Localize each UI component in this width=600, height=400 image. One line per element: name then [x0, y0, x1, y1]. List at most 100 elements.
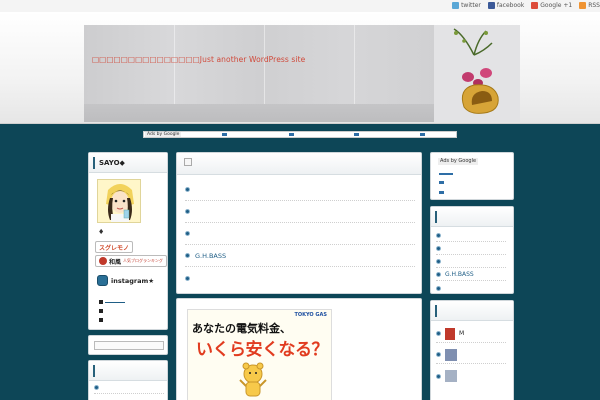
recent-item[interactable]: M: [436, 325, 506, 343]
list-item[interactable]: [436, 256, 506, 268]
main-ad-box: TOKYO GAS あなたの電気料金、 いくら安くなる？: [176, 298, 422, 400]
avatar[interactable]: [97, 179, 141, 223]
right-list-header: [431, 207, 513, 227]
bullet-icon: [436, 373, 441, 379]
ikebana-image: [434, 25, 520, 122]
list-item[interactable]: [94, 382, 164, 394]
badge-label: 和風: [109, 258, 122, 266]
broken-image-icon: [184, 158, 192, 166]
tokyo-gas-logo: TOKYO GAS: [294, 312, 327, 318]
top-bar: twitter facebook Google +1 RSS: [0, 0, 600, 12]
post-list-item[interactable]: [185, 223, 415, 245]
bullet-icon: [436, 331, 441, 336]
recent-item-label: M: [459, 330, 465, 337]
bullet-icon: [436, 285, 441, 291]
social-nav: twitter facebook Google +1 RSS: [452, 2, 600, 9]
ad-link-flag[interactable]: [354, 133, 359, 136]
rss-icon: [579, 2, 587, 9]
tokyo-gas-ad[interactable]: TOKYO GAS あなたの電気料金、 いくら安くなる？: [187, 309, 332, 400]
list-square-bullet: [99, 309, 103, 313]
list-item[interactable]: [436, 230, 506, 242]
instagram-link[interactable]: instagram★: [97, 275, 154, 286]
badge-label: スグレモノ: [99, 244, 130, 252]
ad-link-flag[interactable]: [420, 133, 425, 136]
bullet-icon: [436, 259, 441, 264]
list-item[interactable]: [436, 282, 506, 294]
right-ads-widget: Ads by Google: [430, 152, 514, 200]
recent-header: [431, 301, 513, 321]
list-item[interactable]: [436, 243, 506, 255]
bullet-icon: [436, 246, 441, 251]
instagram-label: instagram★: [111, 276, 155, 285]
list-link-underline[interactable]: [105, 302, 125, 303]
twitter-label: twitter: [461, 2, 481, 9]
ad-headline-emphasis: いくら安くなる？: [196, 340, 329, 360]
recent-thumbnail: [445, 348, 457, 361]
list-square-bullet: [99, 318, 103, 322]
ad-link-flag[interactable]: [289, 133, 294, 136]
rss-label: RSS: [588, 2, 600, 9]
header-accent-bar: [435, 305, 437, 317]
bullet-icon: [436, 352, 441, 357]
post-list-item[interactable]: [185, 201, 415, 223]
header-image[interactable]: □□□□□□□□□□□□□□□Just another WordPress si…: [84, 25, 520, 122]
ads-strip: Ads by Google: [143, 131, 457, 138]
main-post-list: G.H.BASS: [176, 152, 422, 294]
badge-sub-label: 人気ブログランキング: [123, 258, 163, 263]
right-list-widget: G.H.BASS: [430, 206, 514, 294]
profile-widget: SAYO◆ ♦ スグレモノ 和風 人気ブログランキング instagram★: [88, 152, 168, 330]
twitter-icon: [452, 2, 460, 9]
site-title[interactable]: □□□□□□□□□□□□□□□Just another WordPress si…: [92, 55, 305, 64]
ad-link[interactable]: [439, 173, 453, 175]
profile-title: SAYO◆: [99, 159, 125, 167]
ranking-icon: [99, 257, 107, 265]
ad-link-flag[interactable]: [439, 191, 444, 194]
bullet-icon: [185, 275, 190, 281]
post-list-item[interactable]: G.H.BASS: [185, 245, 415, 267]
rss-link[interactable]: RSS: [579, 2, 600, 9]
recent-thumbnail: [445, 327, 455, 340]
ads-by-google-label[interactable]: Ads by Google: [145, 132, 182, 137]
list-square-bullet: [99, 300, 103, 304]
facebook-label: facebook: [496, 2, 525, 9]
facebook-icon: [487, 2, 495, 9]
google-plus-label: Google +1: [540, 2, 573, 9]
recent-thumbnail: [445, 370, 457, 382]
post-list-item[interactable]: [185, 267, 415, 289]
sugure-mono-badge[interactable]: スグレモノ: [95, 241, 134, 253]
search-widget: [88, 335, 168, 355]
recent-item[interactable]: [436, 367, 506, 385]
ad-link-flag[interactable]: [222, 133, 227, 136]
right-recent-widget: M: [430, 300, 514, 400]
bullet-icon: [94, 385, 99, 390]
left-list-widget: [88, 360, 168, 400]
mascot-image: [239, 362, 267, 397]
search-input[interactable]: [94, 341, 164, 350]
header-accent-bar: [93, 157, 95, 169]
google-plus-icon: [531, 2, 539, 9]
header-accent-bar: [435, 211, 437, 223]
bullet-icon: [436, 272, 441, 277]
post-title: G.H.BASS: [195, 251, 227, 260]
left-list-header: [89, 361, 167, 381]
recent-item[interactable]: [436, 346, 506, 364]
bullet-icon: [436, 233, 441, 238]
facebook-link[interactable]: facebook: [487, 2, 525, 9]
ads-by-google-label[interactable]: Ads by Google: [438, 158, 479, 165]
list-item-label: G.H.BASS: [445, 271, 474, 278]
google-plus-link[interactable]: Google +1: [531, 2, 572, 9]
main-list-header: [177, 153, 421, 175]
profile-widget-header: SAYO◆: [89, 153, 167, 173]
post-list-item[interactable]: [185, 179, 415, 201]
bullet-icon: [185, 231, 190, 236]
instagram-icon: [97, 275, 108, 286]
bullet-icon: [185, 253, 190, 258]
header-band: □□□□□□□□□□□□□□□Just another WordPress si…: [0, 12, 600, 124]
profile-line: ♦: [98, 228, 105, 236]
blog-ranking-badge[interactable]: 和風 人気ブログランキング: [95, 255, 167, 267]
header-accent-bar: [93, 365, 95, 377]
ad-link-flag[interactable]: [439, 181, 444, 184]
list-item[interactable]: G.H.BASS: [436, 269, 506, 281]
bullet-icon: [185, 187, 190, 192]
twitter-link[interactable]: twitter: [452, 2, 481, 9]
